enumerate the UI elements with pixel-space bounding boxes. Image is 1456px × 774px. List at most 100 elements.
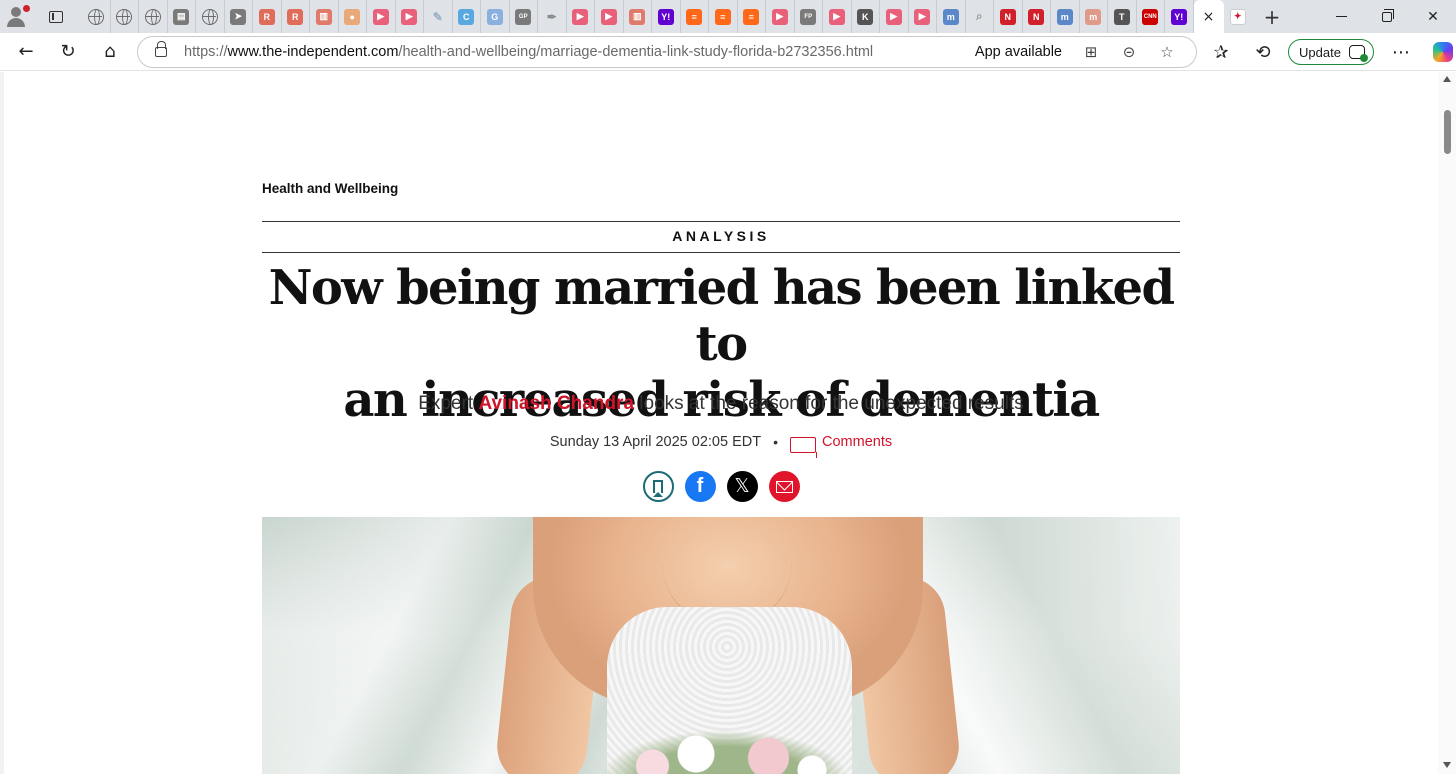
url-text[interactable]: https://www.the-independent.com/health-a… — [184, 44, 873, 60]
tab-11[interactable]: ▶ — [367, 0, 396, 33]
tab-9[interactable]: ▥ — [310, 0, 339, 33]
reload-button[interactable]: ↻ — [47, 33, 89, 71]
tab-37[interactable]: T — [1108, 0, 1137, 33]
tab-6[interactable]: ➤ — [225, 0, 253, 33]
tab-19[interactable]: ▶ — [595, 0, 624, 33]
address-bar[interactable]: https://www.the-independent.com/health-a… — [137, 36, 1197, 68]
tab-13[interactable]: ✎ — [424, 0, 453, 33]
new-tab-button[interactable]: + — [1252, 0, 1292, 33]
section-link[interactable]: Health and Wellbeing — [262, 181, 398, 196]
tab-39[interactable]: Y! — [1165, 0, 1194, 33]
scrollbar-thumb[interactable] — [1444, 110, 1451, 154]
globe-icon — [116, 8, 133, 25]
address-bar-actions: App available ⊞ ⊝ ☆ — [975, 37, 1186, 67]
t-icon: T — [1113, 8, 1130, 25]
tab-24[interactable]: ≡ — [738, 0, 766, 33]
tab-35[interactable]: m — [1051, 0, 1080, 33]
tab-34[interactable]: N — [1023, 0, 1051, 33]
back-button[interactable]: ← — [5, 33, 47, 71]
publish-date: Sunday 13 April 2025 02:05 EDT — [549, 434, 762, 450]
url-path: /health-and-wellbeing/marriage-dementia-… — [398, 44, 874, 60]
scroll-up-icon[interactable] — [1443, 76, 1451, 82]
news-icon: ▤ — [173, 8, 190, 25]
tab-25[interactable]: ▶ — [766, 0, 795, 33]
lock-icon[interactable] — [155, 41, 167, 57]
tab-5[interactable] — [196, 0, 225, 33]
author-link[interactable]: Avinash Chandra — [478, 393, 634, 414]
viewport-left-edge — [0, 72, 4, 774]
tab-38[interactable]: CNN — [1137, 0, 1165, 33]
n-icon: N — [1028, 8, 1045, 25]
tab-23[interactable]: ≡ — [709, 0, 738, 33]
facebook-share-button[interactable]: f — [684, 471, 716, 502]
home-button[interactable]: ⌂ — [89, 33, 131, 71]
globe-icon — [201, 8, 218, 25]
search-icon: ⌕ — [975, 9, 983, 23]
favorites-button[interactable]: ✰ — [1200, 33, 1242, 71]
tab-2[interactable] — [111, 0, 139, 33]
tab-15[interactable]: G — [481, 0, 510, 33]
tab-actions-icon — [49, 10, 63, 23]
profile-avatar[interactable] — [0, 0, 30, 33]
app-install-icon[interactable]: ⊞ — [1072, 43, 1110, 61]
tab-actions-button[interactable] — [30, 0, 82, 33]
kicker-bottom-rule — [262, 252, 1180, 254]
article-standfirst: Expert Avinash Chandra looks at the reas… — [262, 393, 1180, 415]
tab-26[interactable]: FP — [795, 0, 823, 33]
tab-8[interactable]: R — [282, 0, 310, 33]
gp-icon: GP — [515, 8, 532, 25]
tab-32[interactable]: ⌕ — [966, 0, 994, 33]
restore-button[interactable] — [1364, 0, 1410, 33]
favorite-star-icon[interactable]: ☆ — [1148, 43, 1186, 61]
settings-menu-button[interactable]: ⋯ — [1380, 33, 1422, 71]
email-share-button[interactable] — [768, 471, 800, 502]
tab-22[interactable]: ≡ — [681, 0, 709, 33]
close-window-button[interactable]: ✕ — [1410, 0, 1456, 33]
tab-7[interactable]: R — [253, 0, 282, 33]
active-tab[interactable]: × — [1193, 0, 1224, 33]
tab-30[interactable]: ▶ — [909, 0, 937, 33]
copilot-button[interactable] — [1422, 33, 1456, 71]
minimize-button[interactable] — [1318, 0, 1364, 33]
favorites-icon: ✰ — [1213, 41, 1229, 63]
email-icon — [775, 480, 793, 493]
globe-icon — [87, 8, 104, 25]
scroll-down-icon[interactable] — [1443, 762, 1451, 768]
profile-notification-dot — [23, 5, 30, 12]
vertical-scrollbar[interactable] — [1438, 72, 1456, 774]
tab-17[interactable]: ✒ — [538, 0, 567, 33]
tab-12[interactable]: ▶ — [396, 0, 424, 33]
tab-20[interactable]: ▥ — [624, 0, 652, 33]
yahoo-icon: Y! — [1170, 8, 1187, 25]
tab-10[interactable]: ● — [339, 0, 367, 33]
tab-3[interactable] — [139, 0, 168, 33]
update-button[interactable]: Update — [1288, 39, 1374, 65]
substack-icon: ≡ — [743, 8, 760, 25]
app-available-label[interactable]: App available — [975, 44, 1062, 60]
tab-4[interactable]: ▤ — [168, 0, 196, 33]
history-button[interactable]: ⟲ — [1242, 33, 1284, 71]
r-icon: R — [287, 8, 304, 25]
tab-36[interactable]: m — [1080, 0, 1108, 33]
tab-29[interactable]: ▶ — [880, 0, 909, 33]
tab-independent[interactable]: ✦ — [1224, 0, 1253, 33]
tab-21[interactable]: Y! — [652, 0, 681, 33]
comments-link[interactable]: Comments — [822, 434, 892, 450]
tab-14[interactable]: C — [453, 0, 481, 33]
tab-27[interactable]: ▶ — [823, 0, 852, 33]
comments-icon[interactable] — [790, 437, 817, 458]
tab-1[interactable] — [82, 0, 111, 33]
more-actions-icon[interactable]: ⊝ — [1110, 43, 1148, 61]
tab-28[interactable]: K — [852, 0, 880, 33]
article-meta: Sunday 13 April 2025 02:05 EDT • Comment… — [262, 434, 1180, 458]
x-share-button[interactable]: 𝕏 — [726, 471, 758, 502]
headline-line-1: Now being married has been linked to — [268, 260, 1175, 372]
tab-16[interactable]: GP — [510, 0, 538, 33]
tab-18[interactable]: ▶ — [567, 0, 595, 33]
close-tab-icon[interactable]: × — [1203, 9, 1215, 25]
tab-33[interactable]: N — [994, 0, 1023, 33]
history-icon: ⟲ — [1255, 41, 1271, 63]
bookmark-button[interactable] — [642, 471, 674, 502]
c-icon: C — [458, 8, 475, 25]
tab-31[interactable]: m — [937, 0, 966, 33]
